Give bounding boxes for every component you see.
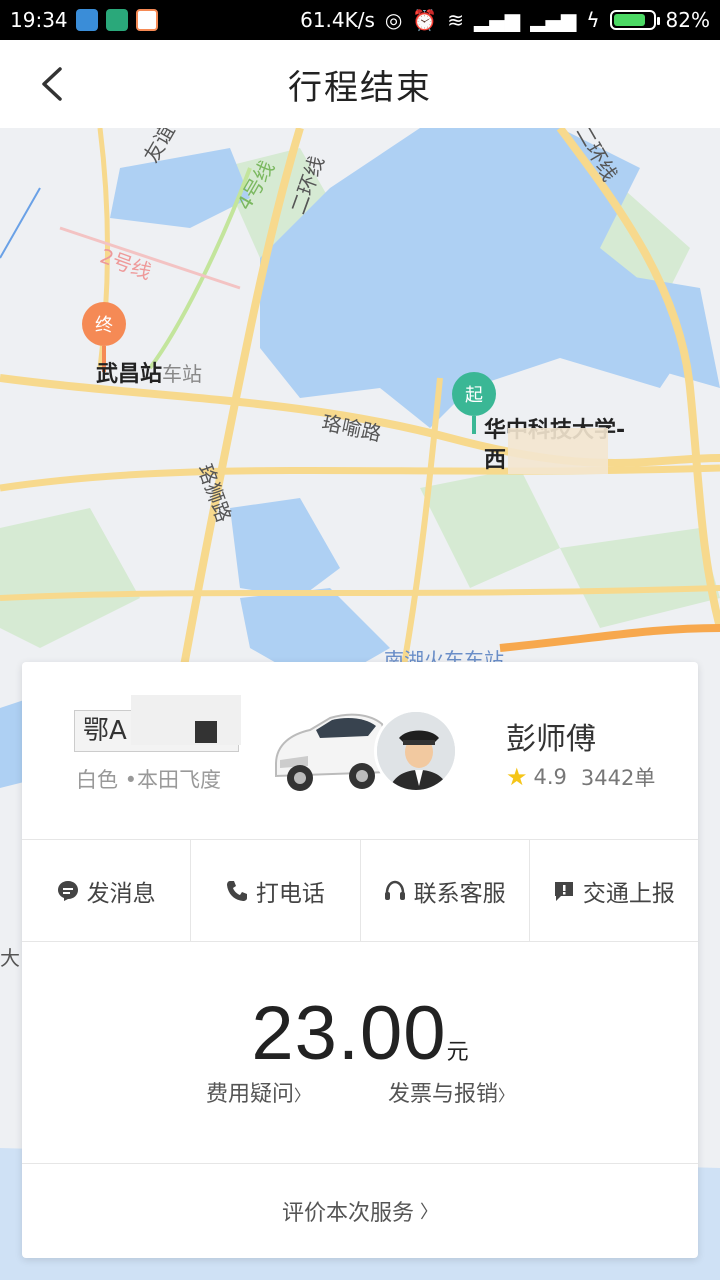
page-title: 行程结束 xyxy=(288,67,432,108)
status-time: 19:34 xyxy=(10,8,68,32)
chevron-right-icon: 〉 xyxy=(420,1202,438,1223)
didi-app-icon xyxy=(135,9,158,31)
wuchang-station-suffix: 车站 xyxy=(162,362,203,386)
signal-icon: ▂▄▆ xyxy=(474,8,521,32)
traffic-report-label: 交通上报 xyxy=(582,880,675,907)
map-label-da: 大 xyxy=(0,946,20,970)
car-image xyxy=(275,713,389,791)
hotspot-icon: ◎ xyxy=(384,8,403,32)
start-pin: 起 xyxy=(452,372,496,416)
start-pin-stem xyxy=(472,416,476,434)
driver-avatar xyxy=(374,709,458,793)
map-label-wuchang-station: 武昌站车站 xyxy=(96,356,202,388)
driver-name: 彭师傅 xyxy=(506,722,596,757)
fare-amount-row: 23.00元 xyxy=(22,990,698,1077)
usb-icon xyxy=(75,9,98,31)
signal-icon-2: ▂▄▆ xyxy=(530,8,577,32)
action-bar: 发消息 打电话 联系客服 交通上报 xyxy=(22,840,698,942)
star-icon: ★ xyxy=(506,763,528,791)
call-button[interactable]: 打电话 xyxy=(191,840,361,941)
fare-links: 费用疑问〉 发票与报销〉 xyxy=(22,1076,698,1108)
message-icon xyxy=(57,880,78,901)
call-label: 打电话 xyxy=(255,880,325,907)
driver-rating: ★ 4.9 3442单 xyxy=(506,762,655,792)
chevron-left-icon xyxy=(42,67,62,101)
fare-question-link[interactable]: 费用疑问〉 xyxy=(206,1076,310,1108)
status-bar: 19:34 61.4K/s ◎ ⏰ ≋ ▂▄▆ ▂▄▆ ϟ 82% xyxy=(0,0,720,40)
fare-unit: 元 xyxy=(446,1040,469,1065)
chevron-right-icon: 〉 xyxy=(293,1086,310,1105)
plate-mask-block xyxy=(195,721,217,743)
chevron-right-icon: 〉 xyxy=(498,1086,515,1105)
fare-question-label: 费用疑问 xyxy=(205,1082,294,1107)
end-pin: 终 xyxy=(82,302,126,346)
driver-avatar-image xyxy=(377,712,455,790)
customer-service-button[interactable]: 联系客服 xyxy=(361,840,530,941)
location-mask xyxy=(508,428,608,474)
fare-amount: 23.00 xyxy=(251,991,447,1076)
network-speed: 61.4K/s xyxy=(300,8,375,32)
order-count: 3442单 xyxy=(580,766,656,790)
header-bar: 行程结束 xyxy=(0,40,720,128)
wifi-icon: ≋ xyxy=(447,8,465,32)
headset-icon xyxy=(384,880,405,900)
driver-info: 鄂A 白色 •本田飞度 彭师傅 ★ 4.9 3442单 xyxy=(22,662,698,840)
evaluate-service-button[interactable]: 评价本次服务 〉 xyxy=(22,1164,698,1258)
license-plate: 鄂A xyxy=(74,695,241,752)
car-description: 白色 •本田飞度 xyxy=(76,768,222,792)
trip-summary-card: 鄂A 白色 •本田飞度 彭师傅 ★ 4.9 3442单 发消息 打电话 联系客服… xyxy=(22,662,698,1258)
phone-icon xyxy=(226,880,247,901)
send-message-button[interactable]: 发消息 xyxy=(22,840,192,941)
alarm-icon: ⏰ xyxy=(412,8,438,32)
back-button[interactable] xyxy=(30,62,74,106)
shield-icon xyxy=(105,9,128,31)
send-message-label: 发消息 xyxy=(86,880,156,907)
license-plate-text: 鄂A xyxy=(83,716,127,746)
customer-service-label: 联系客服 xyxy=(413,880,506,907)
invoice-label: 发票与报销 xyxy=(388,1082,499,1107)
wuchang-station-name: 武昌站 xyxy=(96,362,163,387)
map-label-huazhong-univ-2: 西 xyxy=(484,448,507,473)
fare-section: 23.00元 费用疑问〉 发票与报销〉 xyxy=(22,942,698,1164)
rating-value: 4.9 xyxy=(533,765,567,789)
battery-percent: 82% xyxy=(665,8,710,32)
invoice-link[interactable]: 发票与报销〉 xyxy=(388,1076,514,1108)
traffic-report-button[interactable]: 交通上报 xyxy=(530,840,698,941)
battery-icon xyxy=(609,10,660,30)
report-icon xyxy=(554,881,573,901)
evaluate-label: 评价本次服务 xyxy=(281,1201,414,1226)
charging-icon: ϟ xyxy=(586,8,600,32)
plate-mask xyxy=(131,695,241,745)
